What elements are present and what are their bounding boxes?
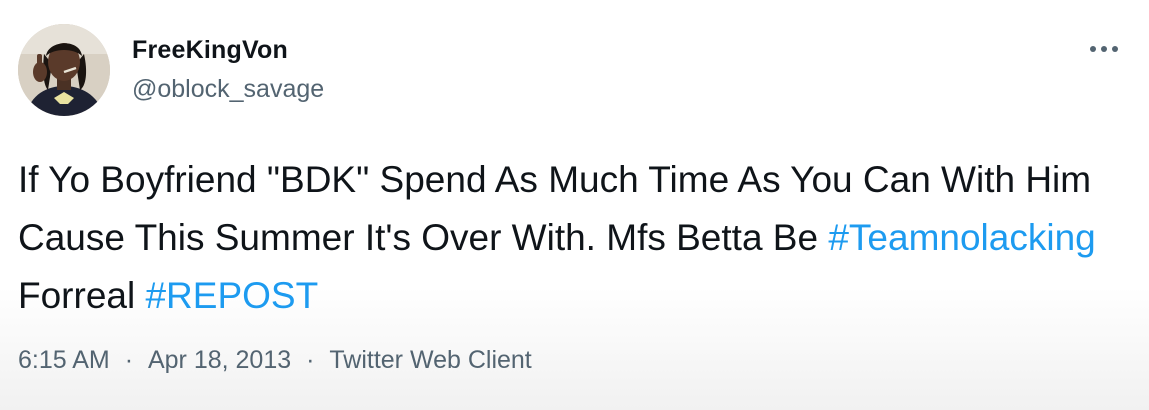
avatar[interactable] — [18, 24, 110, 116]
tweet-date[interactable]: Apr 18, 2013 — [148, 346, 291, 375]
author-handle[interactable]: @oblock_savage — [132, 75, 324, 104]
tweet-time[interactable]: 6:15 AM — [18, 346, 110, 375]
tweet-card: FreeKingVon @oblock_savage If Yo Boyfrie… — [0, 0, 1149, 410]
tweet-source[interactable]: Twitter Web Client — [329, 346, 531, 375]
author-display-name[interactable]: FreeKingVon — [132, 36, 288, 65]
tweet-metadata: 6:15 AM · Apr 18, 2013 · Twitter Web Cli… — [18, 346, 532, 375]
hashtag-link-teamnolacking[interactable]: #Teamnolacking — [828, 217, 1095, 258]
more-options-icon — [1090, 46, 1118, 52]
more-options-button[interactable] — [1084, 32, 1124, 66]
hashtag-link-repost[interactable]: #REPOST — [145, 275, 318, 316]
profile-photo-icon — [18, 24, 110, 116]
tweet-text-part: Forreal — [18, 275, 146, 316]
meta-separator: · — [124, 346, 134, 374]
meta-separator: · — [306, 346, 315, 374]
tweet-text: If Yo Boyfriend "BDK" Spend As Much Time… — [18, 151, 1128, 325]
